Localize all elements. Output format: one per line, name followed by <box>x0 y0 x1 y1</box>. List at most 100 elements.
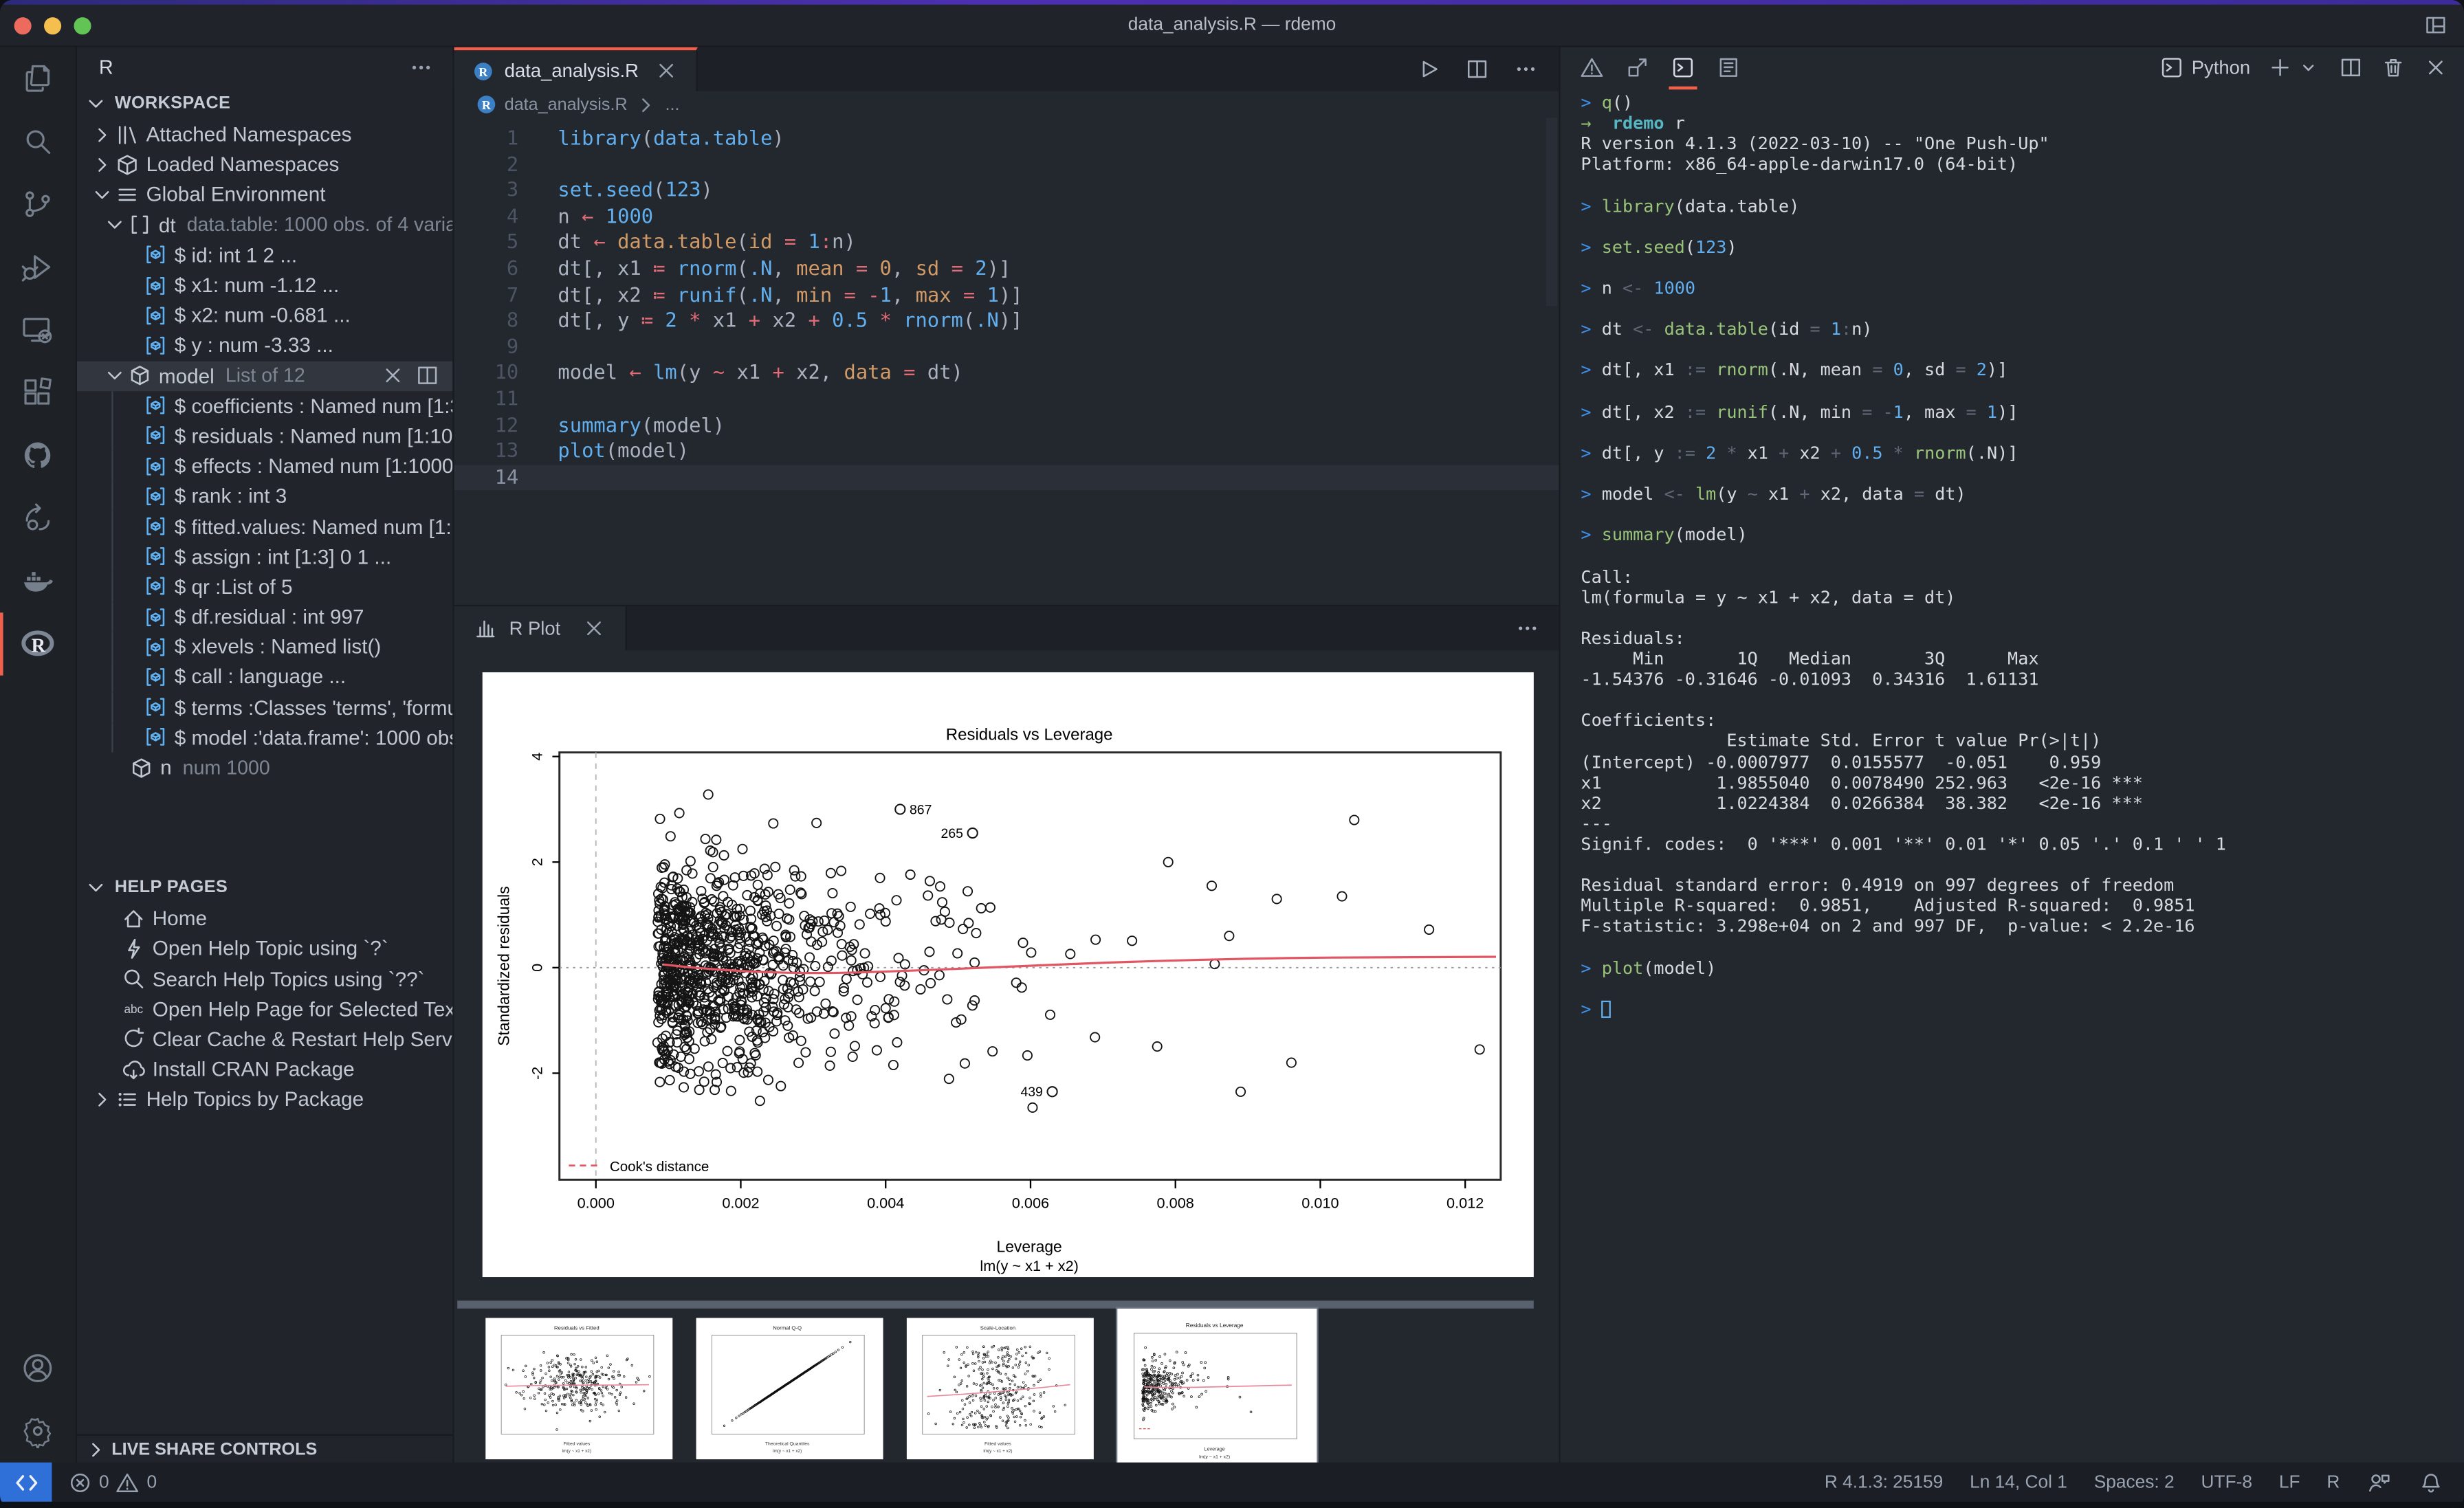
tree-item[interactable]: $ assign : int [1:3] 0 1 ... <box>77 541 452 572</box>
terminal-profile[interactable]: Python <box>2159 55 2250 80</box>
code-editor[interactable]: 1 library(data.table) 2 3 set.seed(123) 4 n ← … <box>454 118 1559 604</box>
tab-data-analysis[interactable]: R data_analysis.R <box>454 47 698 91</box>
activity-docker-icon[interactable] <box>0 550 76 612</box>
tree-item[interactable]: $ effects : Named num [1:1000] -... <box>77 451 452 481</box>
activity-run-debug-icon[interactable] <box>0 236 76 298</box>
more-actions-icon[interactable] <box>408 55 434 80</box>
chevron-down-icon[interactable] <box>2296 55 2321 80</box>
breadcrumb-more[interactable]: ... <box>665 95 679 113</box>
code-line[interactable]: 10 model ← lm(y ~ x1 + x2, data = dt) <box>454 360 1559 386</box>
activity-account-icon[interactable] <box>0 1337 76 1399</box>
code-line[interactable]: 5 dt ← data.table(id = 1:n) <box>454 230 1559 256</box>
more-actions-icon[interactable] <box>1513 56 1539 82</box>
activity-remote-explorer-icon[interactable] <box>0 298 76 361</box>
plot-thumbnail-2[interactable]: Normal Q-Q Theoretical Quantiles lm(y ~ x1… <box>696 1318 883 1460</box>
code-line[interactable]: 1 library(data.table) <box>454 126 1559 152</box>
indentation-status[interactable]: Spaces: 2 <box>2094 1473 2175 1492</box>
run-file-icon[interactable] <box>1416 56 1441 82</box>
code-line[interactable]: 7 dt[, x2 ≔ runif(.N, min = -1, max = 1)] <box>454 282 1559 308</box>
chevron-down-icon[interactable] <box>102 363 128 388</box>
tree-item[interactable]: $ y : num -3.33 ... <box>77 331 452 361</box>
activity-settings-icon[interactable] <box>0 1399 76 1462</box>
plot-thumbnail-3[interactable]: Scale-Location Fitted values lm(y ~ x1 + x… <box>906 1318 1094 1460</box>
tree-item[interactable]: $ qr :List of 5 <box>77 571 452 602</box>
breadcrumb[interactable]: R data_analysis.R ... <box>454 91 1559 118</box>
chevron-down-icon[interactable] <box>102 212 128 238</box>
tree-item[interactable]: $ coefficients : Named num [1:3]... <box>77 390 452 421</box>
activity-extensions-icon[interactable] <box>0 362 76 424</box>
plot-thumbnail-1[interactable]: Residuals vs Fitted Fitted values lm(y ~ x… <box>485 1318 673 1460</box>
terminal-icon[interactable] <box>1669 55 1697 90</box>
tree-item[interactable]: $ xlevels : Named list() <box>77 632 452 663</box>
close-icon[interactable] <box>380 363 406 388</box>
r-version-status[interactable]: R 4.1.3: 25159 <box>1825 1473 1943 1492</box>
chevron-right-icon[interactable] <box>89 152 115 177</box>
tree-item[interactable]: $ x2: num -0.681 ... <box>77 300 452 331</box>
tree-item[interactable]: $ id: int 1 2 ... <box>77 240 452 270</box>
cursor-position-status[interactable]: Ln 14, Col 1 <box>1970 1473 2067 1492</box>
close-icon[interactable] <box>581 616 606 641</box>
tree-item[interactable]: $ residuals : Named num [1:1000... <box>77 421 452 452</box>
code-line[interactable]: 13 plot(model) <box>454 439 1559 465</box>
breadcrumb-file[interactable]: data_analysis.R <box>505 95 628 113</box>
tree-item[interactable]: abc Open Help Page for Selected Text <box>77 994 452 1024</box>
tree-item[interactable]: Clear Cache & Restart Help Server <box>77 1024 452 1054</box>
tree-item[interactable]: Search Help Topics using `??` <box>77 964 452 994</box>
output-icon[interactable] <box>1625 55 1650 80</box>
chevron-right-icon[interactable] <box>89 1087 115 1112</box>
chevron-down-icon[interactable] <box>89 182 115 208</box>
section-workspace[interactable]: WORKSPACE <box>77 88 452 120</box>
plot-thumbnail-4[interactable]: Residuals vs Leverage Leverage lm(y ~ x1 +… <box>1115 1307 1319 1474</box>
split-terminal-icon[interactable] <box>2338 55 2364 80</box>
code-line[interactable]: 9 <box>454 334 1559 360</box>
split-view-icon[interactable] <box>415 363 440 388</box>
close-panel-icon[interactable] <box>2423 55 2449 80</box>
remote-indicator[interactable] <box>0 1462 52 1502</box>
editor-scrollbar[interactable] <box>1546 118 1558 307</box>
tree-item[interactable]: $ terms :Classes 'terms', 'formul... <box>77 691 452 722</box>
code-line[interactable]: 12 summary(model) <box>454 412 1559 439</box>
code-line[interactable]: 2 <box>454 152 1559 178</box>
notifications-bell-icon[interactable] <box>2419 1470 2444 1495</box>
code-line[interactable]: 6 dt[, x1 ≔ rnorm(.N, mean = 0, sd = 2)] <box>454 256 1559 282</box>
encoding-status[interactable]: UTF-8 <box>2201 1473 2253 1492</box>
activity-r-icon[interactable]: R <box>0 612 76 676</box>
code-line[interactable]: 8 dt[, y ≔ 2 * x1 + x2 + 0.5 * rnorm(.N)] <box>454 308 1559 334</box>
activity-source-control-icon[interactable] <box>0 173 76 235</box>
activity-github-icon[interactable] <box>0 424 76 487</box>
tree-item[interactable]: $ rank : int 3 <box>77 480 452 511</box>
tree-item[interactable]: Open Help Topic using `?` <box>77 933 452 964</box>
activity-search-icon[interactable] <box>0 110 76 173</box>
tree-item[interactable]: dt data.table: 1000 obs. of 4 varia... <box>77 210 452 240</box>
tab-r-plot[interactable]: R Plot <box>454 606 627 651</box>
tree-item[interactable]: Loaded Namespaces <box>77 150 452 180</box>
tree-item[interactable]: n num 1000 <box>77 753 452 783</box>
debug-console-icon[interactable] <box>1716 55 1741 80</box>
tree-item[interactable]: Help Topics by Package <box>77 1085 452 1115</box>
close-tab-icon[interactable] <box>654 58 680 84</box>
tree-item[interactable]: $ df.residual : int 997 <box>77 601 452 632</box>
language-mode-status[interactable]: R <box>2326 1473 2340 1492</box>
terminal-output[interactable]: > q() → rdemo rR version 4.1.3 (2022-03-1… <box>1561 88 2464 1463</box>
section-live-share-controls[interactable]: LIVE SHARE CONTROLS <box>76 1434 453 1463</box>
code-line[interactable]: 3 set.seed(123) <box>454 178 1559 204</box>
more-actions-icon[interactable] <box>1515 616 1540 641</box>
eol-status[interactable]: LF <box>2279 1473 2300 1492</box>
tree-item[interactable]: $ fitted.values: Named num [1:10... <box>77 511 452 542</box>
split-editor-icon[interactable] <box>1464 56 1490 82</box>
tree-item[interactable]: model List of 12 <box>76 360 453 391</box>
new-terminal-icon[interactable] <box>2267 55 2293 80</box>
kill-terminal-icon[interactable] <box>2381 55 2406 80</box>
tree-item[interactable]: $ call : language ... <box>77 662 452 692</box>
chevron-right-icon[interactable] <box>89 122 115 147</box>
tree-item[interactable]: $ model :'data.frame': 1000 obs. ... <box>77 722 452 753</box>
tree-item[interactable]: Home <box>77 903 452 933</box>
code-line[interactable]: 14 <box>454 464 1559 491</box>
code-line[interactable]: 11 <box>454 386 1559 412</box>
feedback-icon[interactable] <box>2366 1470 2392 1495</box>
activity-live-share-icon[interactable] <box>0 487 76 549</box>
problems-status[interactable]: 0 0 <box>67 1470 157 1495</box>
tree-item[interactable]: Global Environment <box>77 179 452 210</box>
tree-item[interactable]: $ x1: num -1.12 ... <box>77 270 452 300</box>
section-help-pages[interactable]: HELP PAGES <box>77 872 452 904</box>
